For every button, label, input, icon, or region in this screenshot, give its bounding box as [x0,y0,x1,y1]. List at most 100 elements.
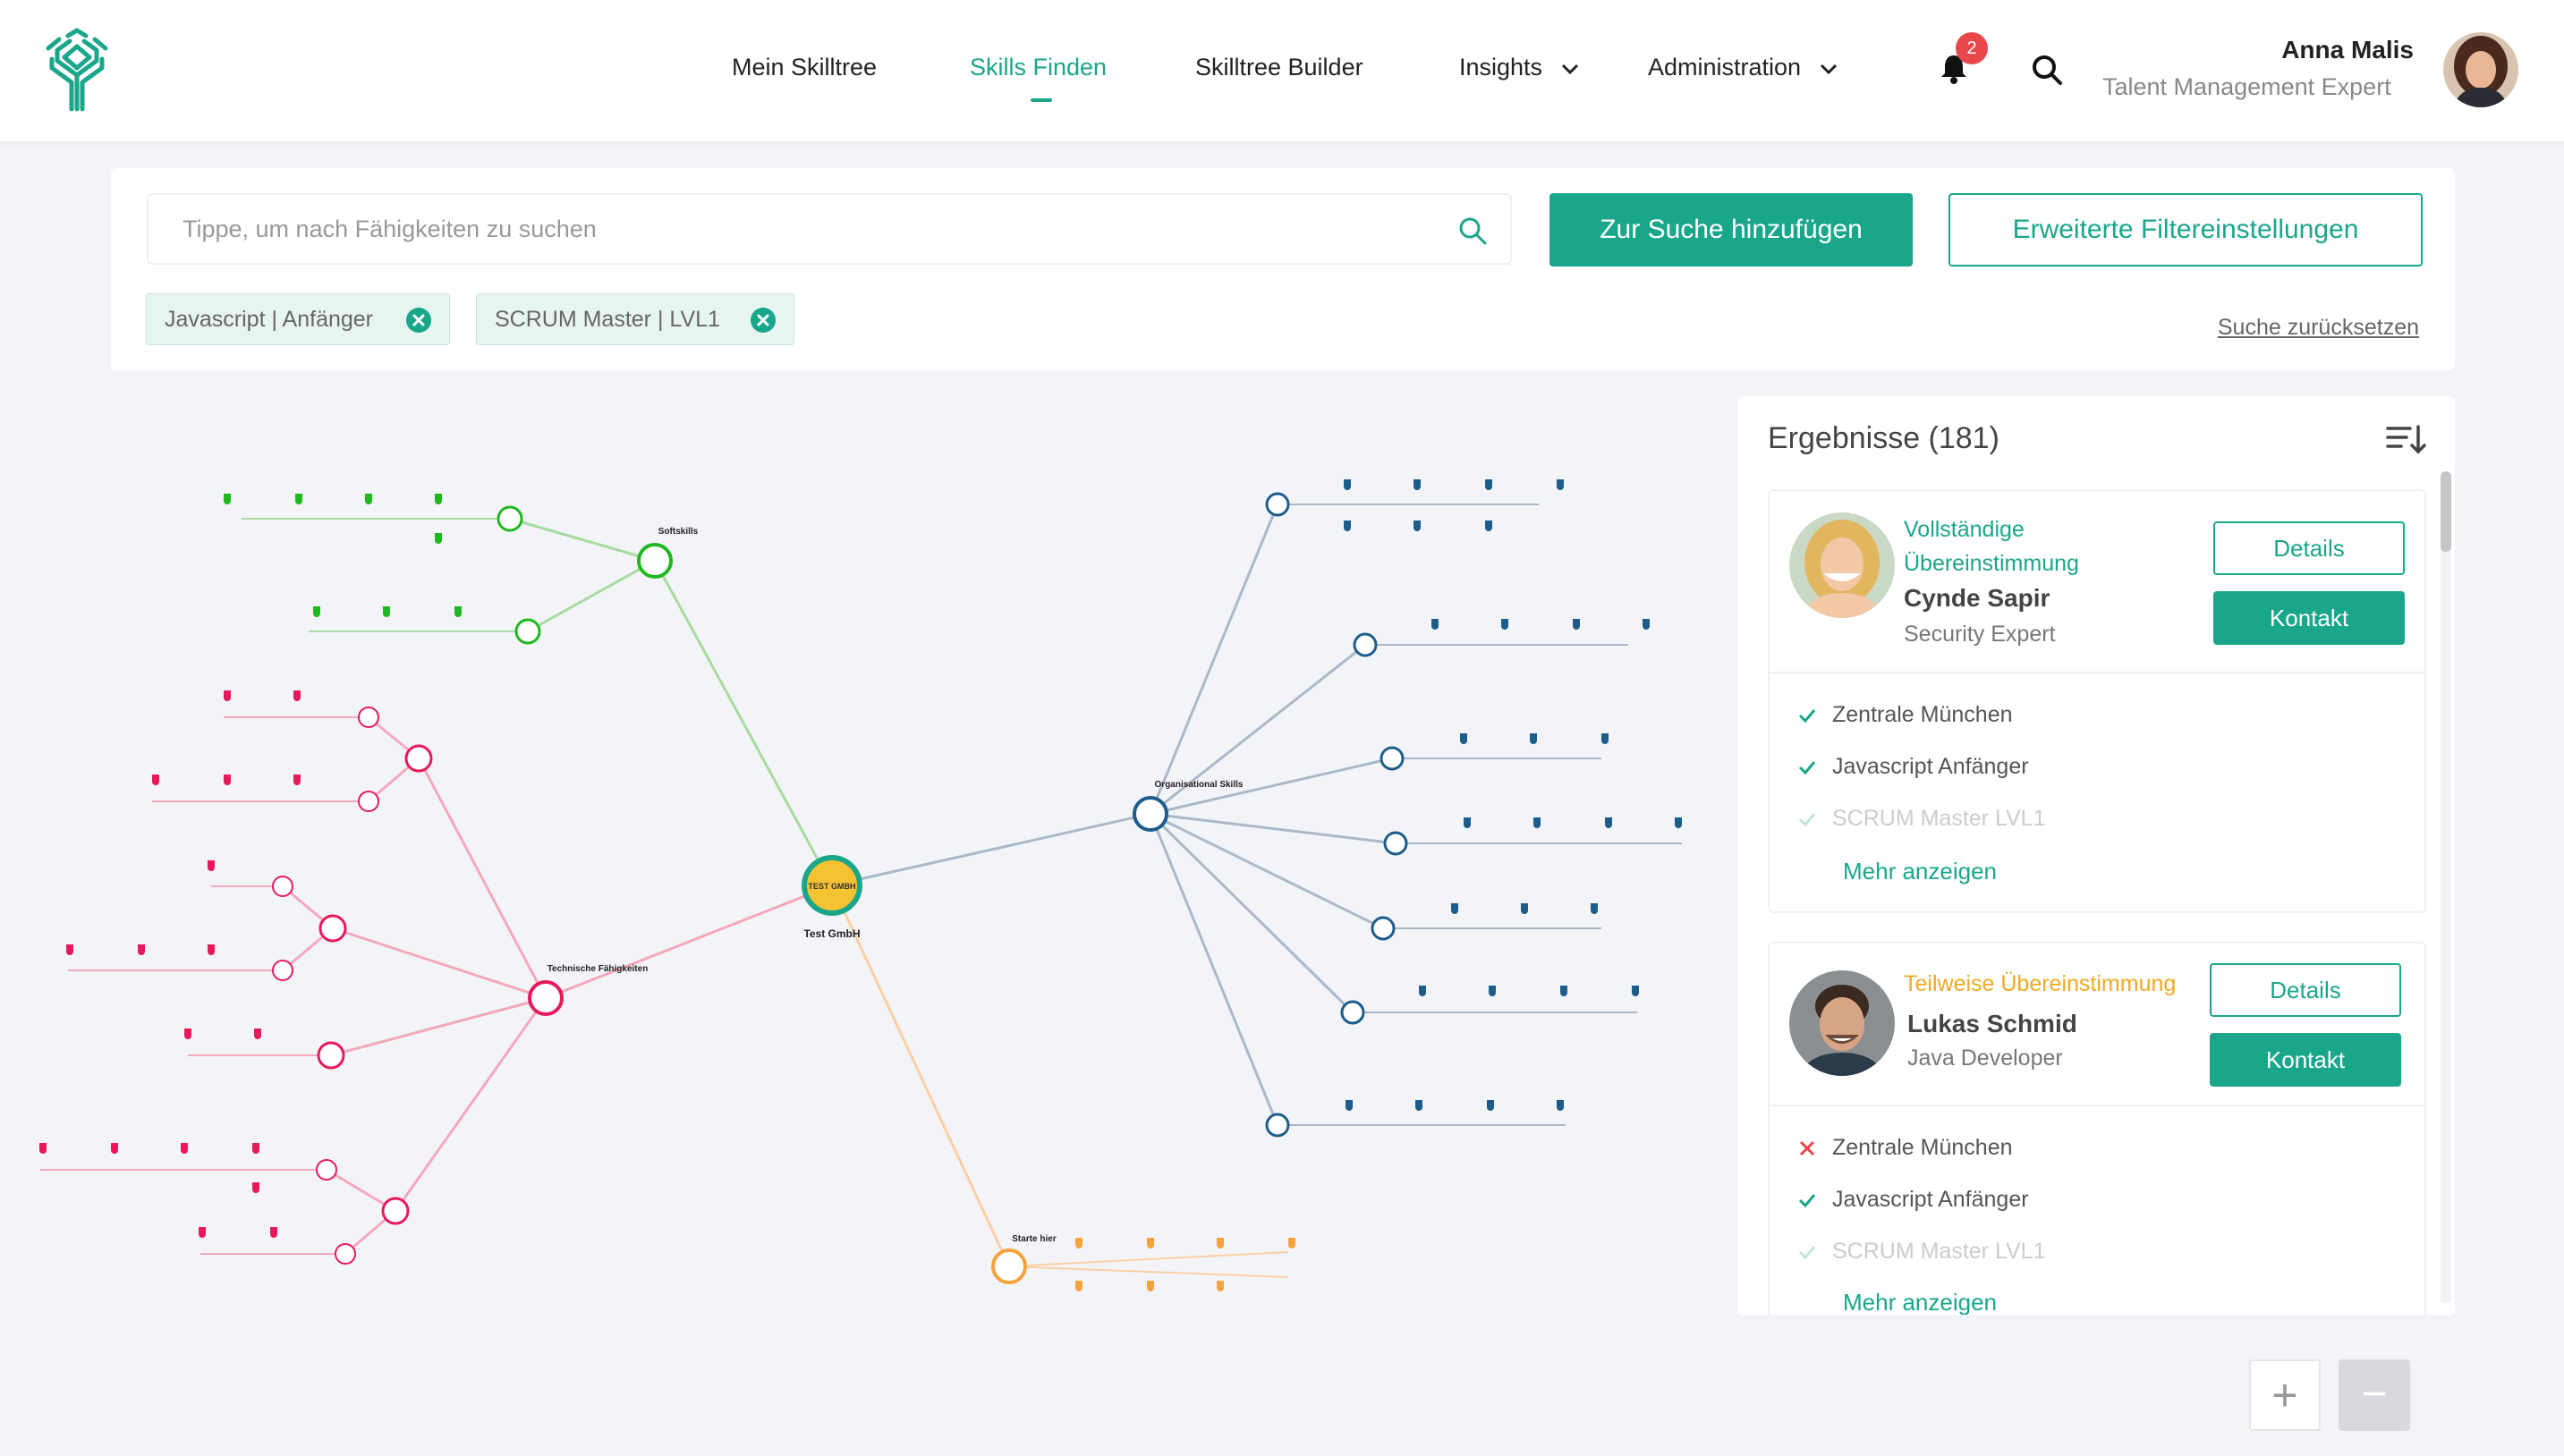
skill-leaf-icon[interactable] [1533,817,1541,828]
nav-insights[interactable]: Insights [1459,54,1580,81]
skill-node[interactable] [381,1197,410,1225]
skill-leaf-icon[interactable] [1530,733,1537,744]
skill-leaf-icon[interactable] [1147,1281,1154,1291]
skill-node[interactable] [1340,1000,1365,1025]
skill-leaf-icon[interactable] [1605,817,1612,828]
skill-leaf-icon[interactable] [254,1029,261,1039]
skill-leaf-icon[interactable] [1147,1238,1154,1249]
skill-leaf-icon[interactable] [1601,733,1609,744]
skill-leaf-icon[interactable] [1344,521,1351,531]
results-scrollbar[interactable] [2441,471,2451,1303]
skill-leaf-icon[interactable] [1419,986,1426,996]
skill-leaf-icon[interactable] [435,494,442,504]
skill-leaf-icon[interactable] [224,775,231,785]
skill-leaf-icon[interactable] [1414,479,1421,490]
advanced-filter-button[interactable]: Erweiterte Filtereinstellungen [1948,193,2423,267]
skill-leaf-icon[interactable] [435,533,442,544]
skill-leaf-icon[interactable] [1557,479,1564,490]
skill-node[interactable] [1383,831,1408,856]
skill-leaf-icon[interactable] [138,944,145,955]
results-scrollbar-thumb[interactable] [2441,471,2451,552]
skill-leaf-icon[interactable] [1075,1281,1082,1291]
skill-leaf-icon[interactable] [181,1143,188,1154]
skill-node[interactable] [404,744,433,773]
skill-leaf-icon[interactable] [295,494,302,504]
show-more-link[interactable]: Mehr anzeigen [1843,858,1997,885]
remove-chip-icon[interactable] [751,308,776,333]
skilltree-logo-icon[interactable] [45,27,109,113]
skill-leaf-icon[interactable] [252,1143,259,1154]
skill-leaf-icon[interactable] [1557,1100,1564,1111]
skill-leaf-icon[interactable] [1675,817,1682,828]
skill-node[interactable] [272,960,293,981]
skill-leaf-icon[interactable] [1464,817,1471,828]
skill-leaf-icon[interactable] [1075,1238,1082,1249]
skill-node[interactable] [637,543,673,579]
skill-leaf-icon[interactable] [293,690,301,701]
nav-mein-skilltree[interactable]: Mein Skilltree [732,54,877,81]
skill-node[interactable] [358,707,379,728]
nav-skilltree-builder[interactable]: Skilltree Builder [1195,54,1363,81]
skill-leaf-icon[interactable] [1487,1100,1494,1111]
remove-chip-icon[interactable] [406,308,431,333]
skill-leaf-icon[interactable] [1632,986,1639,996]
skill-node[interactable] [1133,796,1168,832]
skill-node[interactable] [991,1249,1027,1284]
skill-leaf-icon[interactable] [184,1029,191,1039]
skill-leaf-icon[interactable] [1489,986,1496,996]
skill-leaf-icon[interactable] [1415,1100,1422,1111]
details-button[interactable]: Details [2213,521,2405,575]
skill-node[interactable] [272,876,293,897]
user-avatar[interactable] [2443,32,2518,107]
skill-leaf-icon[interactable] [1573,619,1580,630]
add-to-search-button[interactable]: Zur Suche hinzufügen [1549,193,1913,267]
contact-button[interactable]: Kontakt [2213,591,2405,645]
search-icon[interactable] [1456,215,1489,247]
skill-leaf-icon[interactable] [1217,1281,1224,1291]
skill-leaf-icon[interactable] [199,1227,206,1238]
skill-leaf-icon[interactable] [383,606,390,617]
skill-leaf-icon[interactable] [1346,1100,1353,1111]
show-more-link[interactable]: Mehr anzeigen [1843,1289,1997,1315]
skill-leaf-icon[interactable] [1521,903,1528,914]
skill-leaf-icon[interactable] [1485,479,1492,490]
reset-search-link[interactable]: Suche zurücksetzen [2218,315,2419,341]
skill-leaf-icon[interactable] [224,494,231,504]
skill-leaf-icon[interactable] [208,944,215,955]
skill-leaf-icon[interactable] [1485,521,1492,531]
skill-leaf-icon[interactable] [152,775,159,785]
skill-leaf-icon[interactable] [270,1227,277,1238]
skill-node[interactable] [1353,632,1378,657]
skill-node[interactable] [1380,746,1405,771]
skill-node[interactable] [317,1041,345,1070]
skill-node[interactable] [358,791,379,812]
skill-leaf-icon[interactable] [1460,733,1467,744]
skill-node[interactable] [1371,916,1396,941]
search-icon[interactable] [2029,52,2065,88]
details-button[interactable]: Details [2210,963,2401,1017]
skill-leaf-icon[interactable] [293,775,301,785]
skill-node[interactable] [497,505,523,532]
contact-button[interactable]: Kontakt [2210,1033,2401,1087]
skill-leaf-icon[interactable] [1501,619,1508,630]
skill-leaf-icon[interactable] [365,494,372,504]
skill-node[interactable] [528,980,564,1016]
skill-leaf-icon[interactable] [1288,1238,1295,1249]
skill-leaf-icon[interactable] [1414,521,1421,531]
nav-skills-finden[interactable]: Skills Finden [970,54,1107,81]
nav-administration[interactable]: Administration [1648,54,1838,81]
skill-leaf-icon[interactable] [224,690,231,701]
skill-leaf-icon[interactable] [1451,903,1458,914]
zoom-out-button[interactable]: − [2339,1359,2410,1431]
skill-leaf-icon[interactable] [208,860,215,871]
skill-node[interactable] [1265,492,1290,517]
zoom-in-button[interactable]: + [2249,1359,2321,1431]
skill-leaf-icon[interactable] [1431,619,1439,630]
sort-icon[interactable] [2385,421,2426,457]
skill-leaf-icon[interactable] [1591,903,1598,914]
skill-node[interactable] [318,914,347,943]
skill-leaf-icon[interactable] [313,606,320,617]
skill-leaf-icon[interactable] [252,1182,259,1193]
skill-leaf-icon[interactable] [1643,619,1650,630]
skill-node[interactable] [335,1243,356,1265]
